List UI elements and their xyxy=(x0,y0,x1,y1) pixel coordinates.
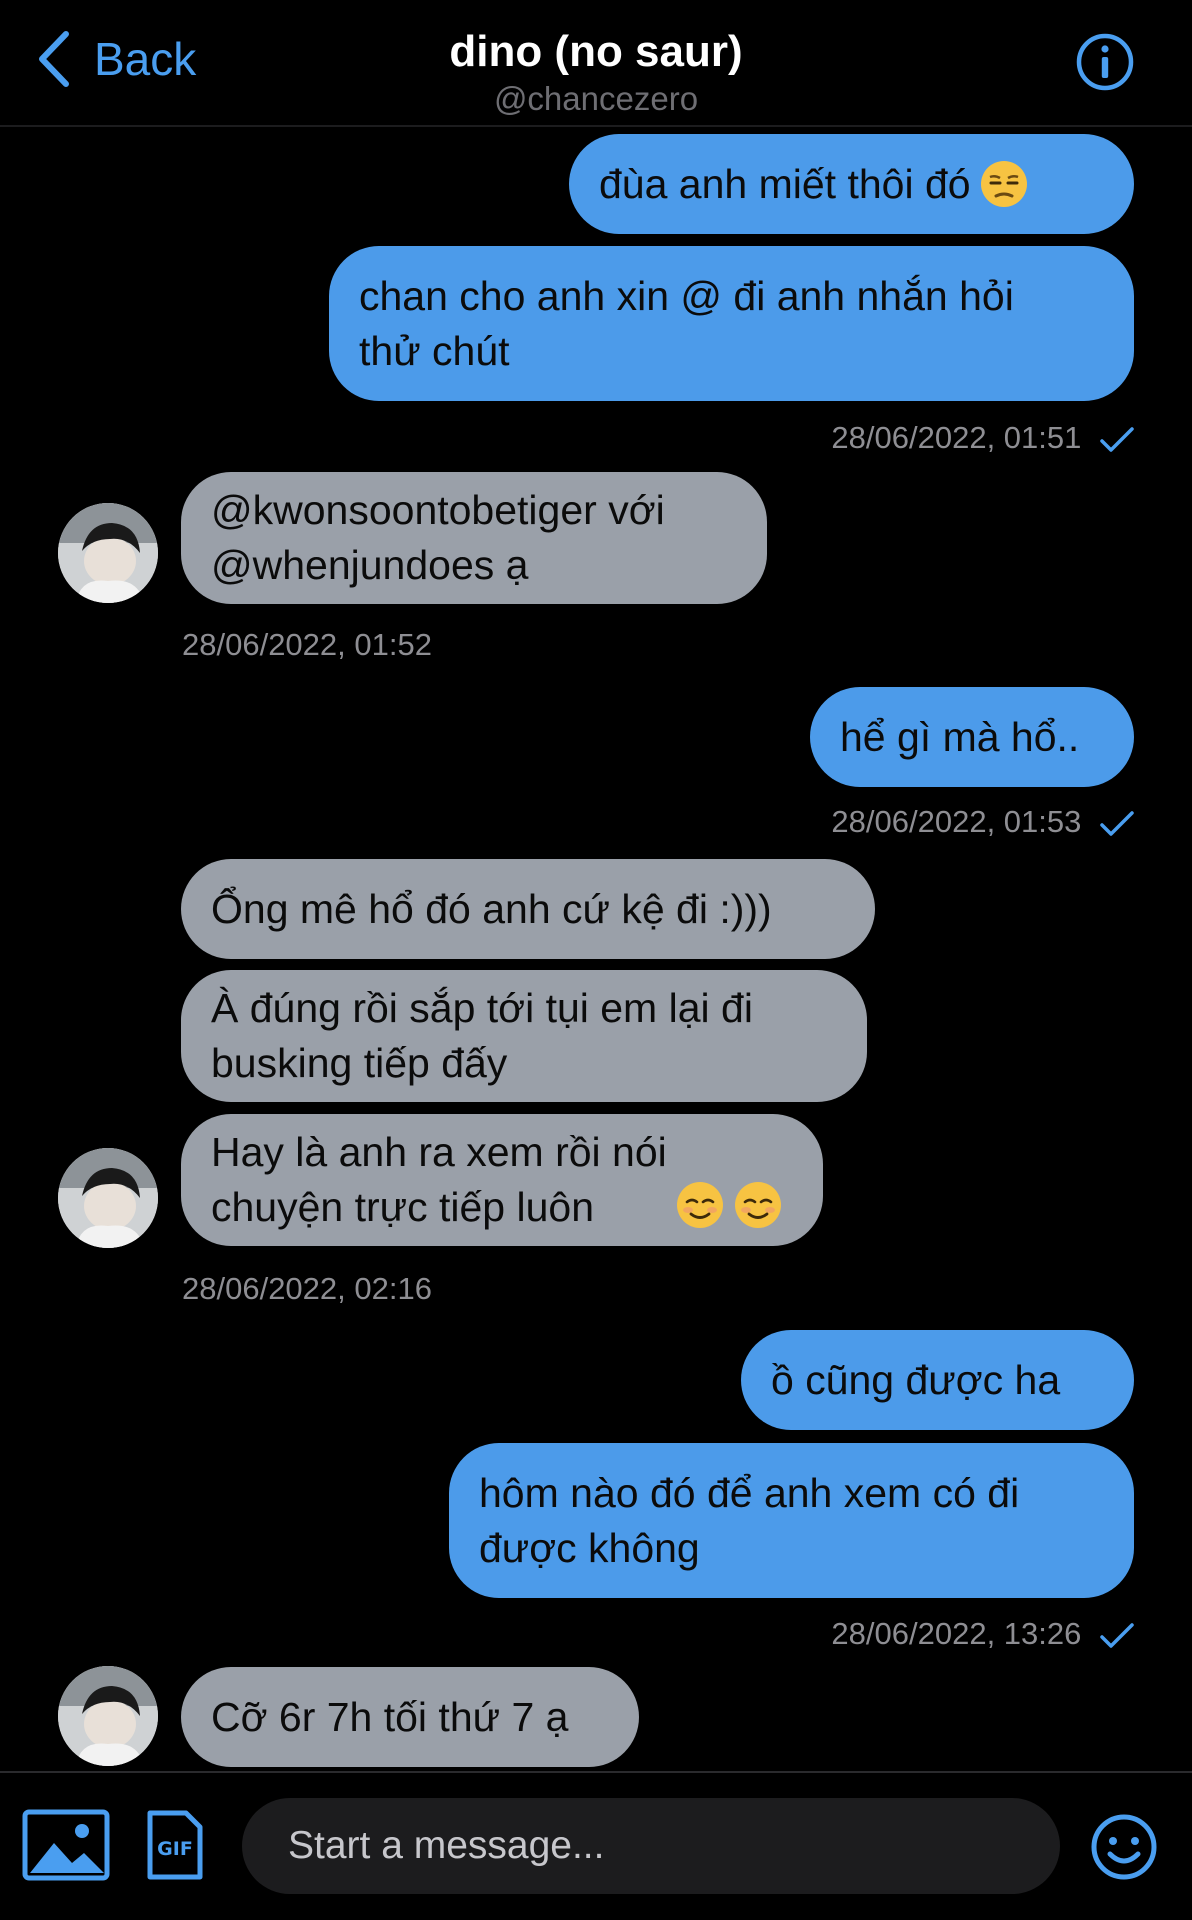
emoji-row xyxy=(667,1180,783,1230)
gif-icon[interactable]: GIF xyxy=(146,1809,204,1881)
timestamp-text: 28/06/2022, 13:26 xyxy=(831,1616,1082,1651)
info-icon[interactable] xyxy=(1076,33,1134,91)
message-text: hể gì mà hổ.. xyxy=(840,713,1080,760)
message-text: Cỡ 6r 7h tối thứ 7 ạ xyxy=(211,1693,569,1740)
message-text: Hay là anh ra xem rồi nói chuyện trực ti… xyxy=(211,1129,667,1230)
conversation-title-block: dino (no saur) @chancezero xyxy=(296,26,896,120)
message-timestamp: 28/06/2022, 01:51 xyxy=(760,420,1134,456)
message-text: chan cho anh xin @ đi anh nhắn hỏi thử c… xyxy=(359,272,1014,374)
outgoing-message[interactable]: hôm nào đó để anh xem có đi được không xyxy=(449,1443,1134,1598)
avatar[interactable] xyxy=(58,1148,158,1248)
sent-check-icon xyxy=(1100,1623,1134,1648)
timestamp-text: 28/06/2022, 01:53 xyxy=(831,804,1082,839)
incoming-message[interactable]: Cỡ 6r 7h tối thứ 7 ạ xyxy=(181,1667,639,1767)
page-title: dino (no saur) xyxy=(449,27,743,76)
message-timestamp: 28/06/2022, 13:26 xyxy=(760,1616,1134,1652)
message-text: @kwonsoontobetiger với @whenjundoes ạ xyxy=(211,487,665,588)
sent-check-icon xyxy=(1100,427,1134,452)
sent-check-icon xyxy=(1100,811,1134,836)
conversation-header: Back dino (no saur) @chancezero xyxy=(0,0,1192,127)
image-icon[interactable] xyxy=(22,1809,110,1881)
outgoing-message[interactable]: hể gì mà hổ.. xyxy=(810,687,1134,787)
outgoing-message[interactable]: chan cho anh xin @ đi anh nhắn hỏi thử c… xyxy=(329,246,1134,401)
message-text: À đúng rồi sắp tới tụi em lại đi busking… xyxy=(211,985,753,1086)
user-handle: @chancezero xyxy=(493,80,699,117)
avatar-photo xyxy=(58,1666,158,1766)
message-text: đùa anh miết thôi đó xyxy=(599,160,971,207)
avatar-photo xyxy=(58,1148,158,1248)
message-text: Ổng mê hổ đó anh cứ kệ đi :))) xyxy=(211,885,772,932)
gif-label: GIF xyxy=(157,1838,193,1860)
message-input[interactable] xyxy=(242,1798,1060,1894)
message-timestamp: 28/06/2022, 01:52 xyxy=(182,627,432,662)
message-text: ồ cũng được ha xyxy=(771,1356,1061,1403)
avatar[interactable] xyxy=(58,1666,158,1766)
timestamp-text: 28/06/2022, 01:51 xyxy=(831,420,1082,455)
back-button[interactable]: Back xyxy=(36,30,196,88)
emoji-group xyxy=(667,1180,783,1230)
outgoing-message[interactable]: ồ cũng được ha xyxy=(741,1330,1134,1430)
avatar[interactable] xyxy=(58,503,158,603)
outgoing-message[interactable]: đùa anh miết thôi đó xyxy=(569,134,1134,234)
incoming-message[interactable]: @kwonsoontobetiger với @whenjundoes ạ xyxy=(181,472,767,604)
incoming-message[interactable]: Ổng mê hổ đó anh cứ kệ đi :))) xyxy=(181,859,875,959)
message-composer: GIF xyxy=(0,1771,1192,1920)
incoming-message[interactable]: À đúng rồi sắp tới tụi em lại đi busking… xyxy=(181,970,867,1102)
back-label: Back xyxy=(94,33,197,85)
message-timestamp: 28/06/2022, 01:53 xyxy=(760,804,1134,840)
chevron-left-icon xyxy=(39,31,69,87)
avatar-photo xyxy=(58,503,158,603)
message-text: hôm nào đó để anh xem có đi được không xyxy=(479,1469,1020,1571)
smiling-face-emoji-icon xyxy=(676,1182,723,1228)
unamused-face-emoji-icon xyxy=(980,161,1027,207)
emoji-icon[interactable] xyxy=(1090,1813,1158,1881)
incoming-message[interactable]: Hay là anh ra xem rồi nói chuyện trực ti… xyxy=(181,1114,823,1246)
smiling-face-emoji-icon xyxy=(734,1182,781,1228)
message-timestamp: 28/06/2022, 02:16 xyxy=(182,1271,432,1306)
